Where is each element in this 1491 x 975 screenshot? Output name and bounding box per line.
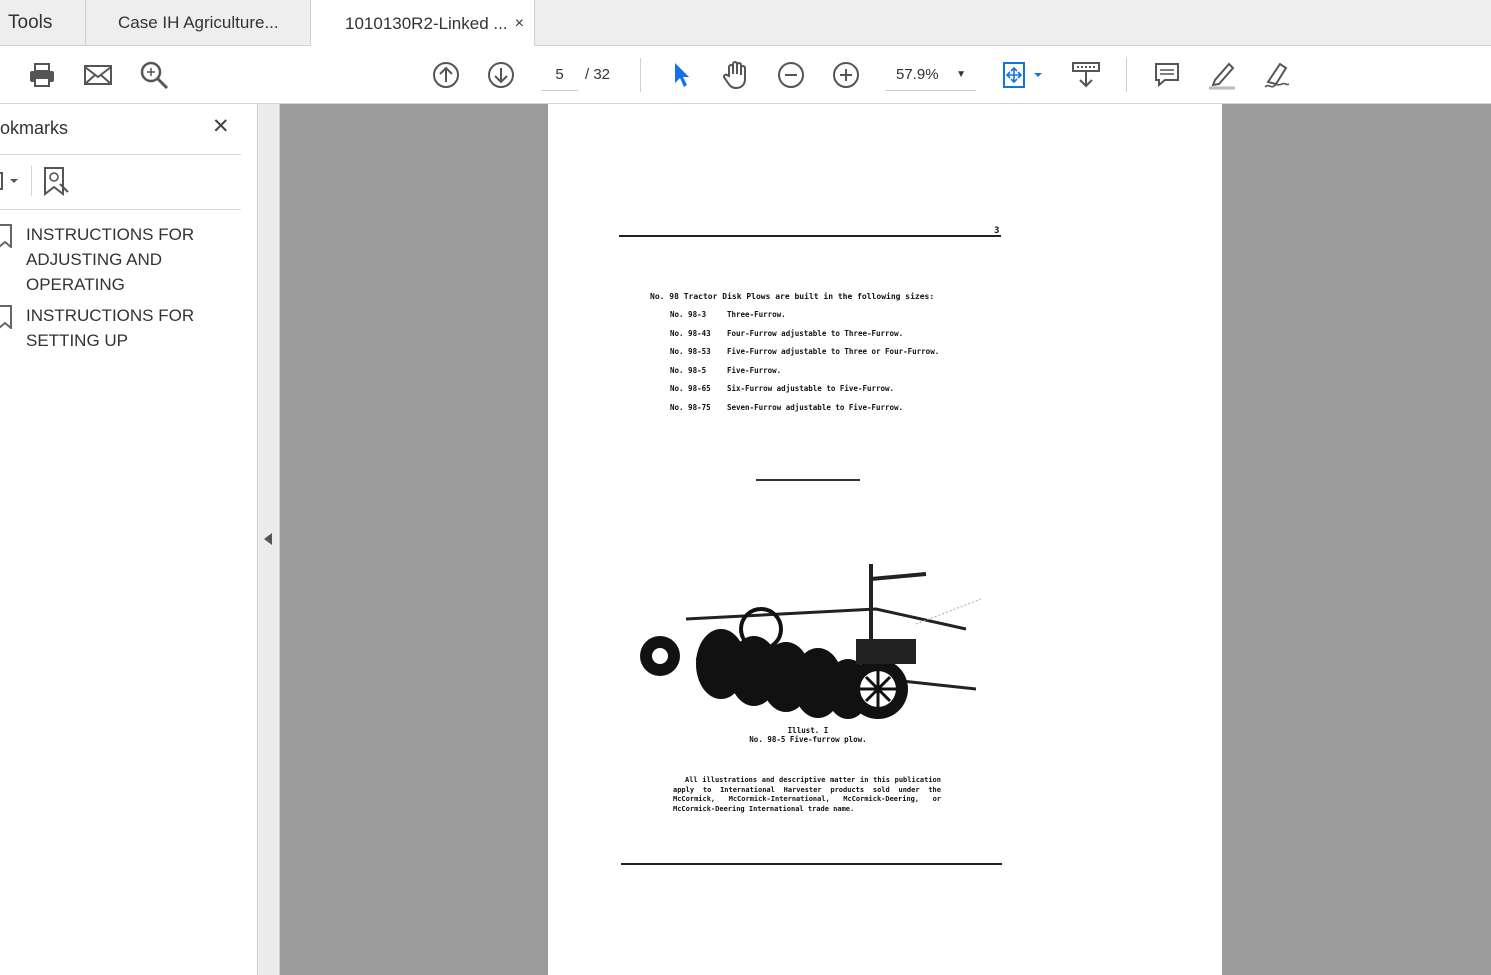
size-row: No. 98-75 Seven-Furrow adjustable to Five… (670, 403, 939, 422)
size-row: No. 98-65 Six-Furrow adjustable to Five-F… (670, 384, 939, 403)
size-row: No. 98-53 Five-Furrow adjustable to Three… (670, 347, 939, 366)
header-rule (619, 235, 1001, 237)
size-desc: Six-Furrow adjustable to Five-Furrow. (727, 384, 895, 394)
intro-text: No. 98 Tractor Disk Plows are built in t… (650, 292, 935, 301)
page-number-input[interactable]: 5 (541, 60, 578, 91)
previous-page-icon[interactable] (430, 59, 462, 91)
size-number: No. 98-65 (670, 384, 711, 394)
size-number: No. 98-5 (670, 365, 707, 375)
save-icon[interactable] (0, 59, 18, 91)
options-dropdown[interactable] (0, 170, 20, 192)
footer-rule (621, 863, 1002, 865)
tab-close-icon[interactable]: × (515, 15, 524, 33)
size-desc: Seven-Furrow adjustable to Five-Furrow. (727, 402, 904, 412)
section-rule (756, 479, 860, 481)
hand-tool-icon[interactable] (720, 59, 752, 91)
highlight-icon[interactable] (1206, 59, 1238, 91)
figure-subcaption: No. 98-5 Five-furrow plow. (749, 735, 867, 744)
size-number: No. 98-3 (670, 310, 707, 319)
new-bookmark-icon[interactable] (42, 166, 70, 201)
size-desc: Five-Furrow. (727, 365, 782, 375)
zoom-value: 57.9% (896, 66, 939, 83)
size-row: No. 98-5 Five-Furrow. (670, 366, 939, 385)
divider (31, 166, 32, 196)
tab-label: Tools (8, 12, 53, 33)
bookmark-label: INSTRUCTIONS FOR ADJUSTING AND OPERATING (26, 225, 195, 294)
tab-bar: Tools Case IH Agriculture... 1010130R2-L… (0, 0, 1491, 47)
next-page-icon[interactable] (485, 59, 517, 91)
comment-icon[interactable] (1151, 59, 1183, 91)
size-number: No. 98-43 (670, 328, 711, 338)
tab-document-active[interactable]: 1010130R2-Linked ... × (311, 0, 535, 47)
bookmarks-panel: okmarks ✕ INSTRUCTIONS FOR ADJUSTING AND… (0, 104, 258, 975)
bookmark-icon (0, 305, 12, 329)
divider (0, 154, 241, 155)
print-icon[interactable] (26, 59, 58, 91)
panel-title: okmarks (0, 118, 69, 138)
tab-tools[interactable]: Tools (0, 0, 86, 46)
zoom-in-icon[interactable] (830, 59, 862, 91)
zoom-out-icon[interactable] (775, 59, 807, 91)
sign-icon[interactable] (1261, 59, 1293, 91)
sizes-list: No. 98-3 Three-Furrow. No. 98-43 Four-Furr… (670, 310, 939, 422)
close-panel-icon[interactable]: ✕ (212, 114, 230, 139)
bookmark-label: INSTRUCTIONS FOR SETTING UP (26, 306, 195, 350)
zoom-select[interactable]: 57.9% ▼ (885, 60, 976, 91)
bookmark-icon (0, 224, 12, 248)
size-desc: Four-Furrow adjustable to Three-Furrow. (727, 328, 904, 338)
fit-page-icon[interactable] (1000, 59, 1046, 91)
size-row: No. 98-3 Three-Furrow. (670, 310, 939, 329)
tab-label: 1010130R2-Linked ... (345, 13, 508, 33)
scroll-mode-icon[interactable] (1070, 59, 1102, 91)
collapse-panel-handle[interactable] (258, 104, 280, 975)
divider (640, 58, 641, 92)
size-desc: Three-Furrow. (727, 310, 786, 319)
tab-document-1[interactable]: Case IH Agriculture... (86, 0, 311, 46)
page-total: / 32 (585, 66, 611, 83)
plow-illustration (640, 564, 982, 719)
toolbar: 5 / 32 57.9% ▼ (0, 46, 1491, 104)
bookmark-item[interactable]: INSTRUCTIONS FOR ADJUSTING AND OPERATING (0, 222, 206, 297)
tab-label: Case IH Agriculture... (118, 13, 279, 32)
collapse-arrow-icon (264, 533, 272, 545)
size-desc: Five-Furrow adjustable to Three or Four-… (727, 347, 940, 357)
size-row: No. 98-43 Four-Furrow adjustable to Three… (670, 329, 939, 348)
divider (0, 209, 241, 210)
chevron-down-icon: ▼ (956, 69, 966, 80)
bookmark-item[interactable]: INSTRUCTIONS FOR SETTING UP (0, 303, 206, 353)
search-icon[interactable] (138, 59, 170, 91)
email-icon[interactable] (82, 59, 114, 91)
size-number: No. 98-75 (670, 402, 711, 412)
figure-caption: Illust. I (787, 726, 829, 735)
pdf-page: 3 No. 98 Tractor Disk Plows are built in… (548, 104, 1222, 975)
page-number: 3 (994, 226, 1000, 236)
select-tool-icon[interactable] (665, 59, 697, 91)
notice-text: All illustrations and descriptive matter… (673, 776, 941, 813)
size-number: No. 98-53 (670, 347, 711, 357)
divider (1126, 58, 1127, 92)
